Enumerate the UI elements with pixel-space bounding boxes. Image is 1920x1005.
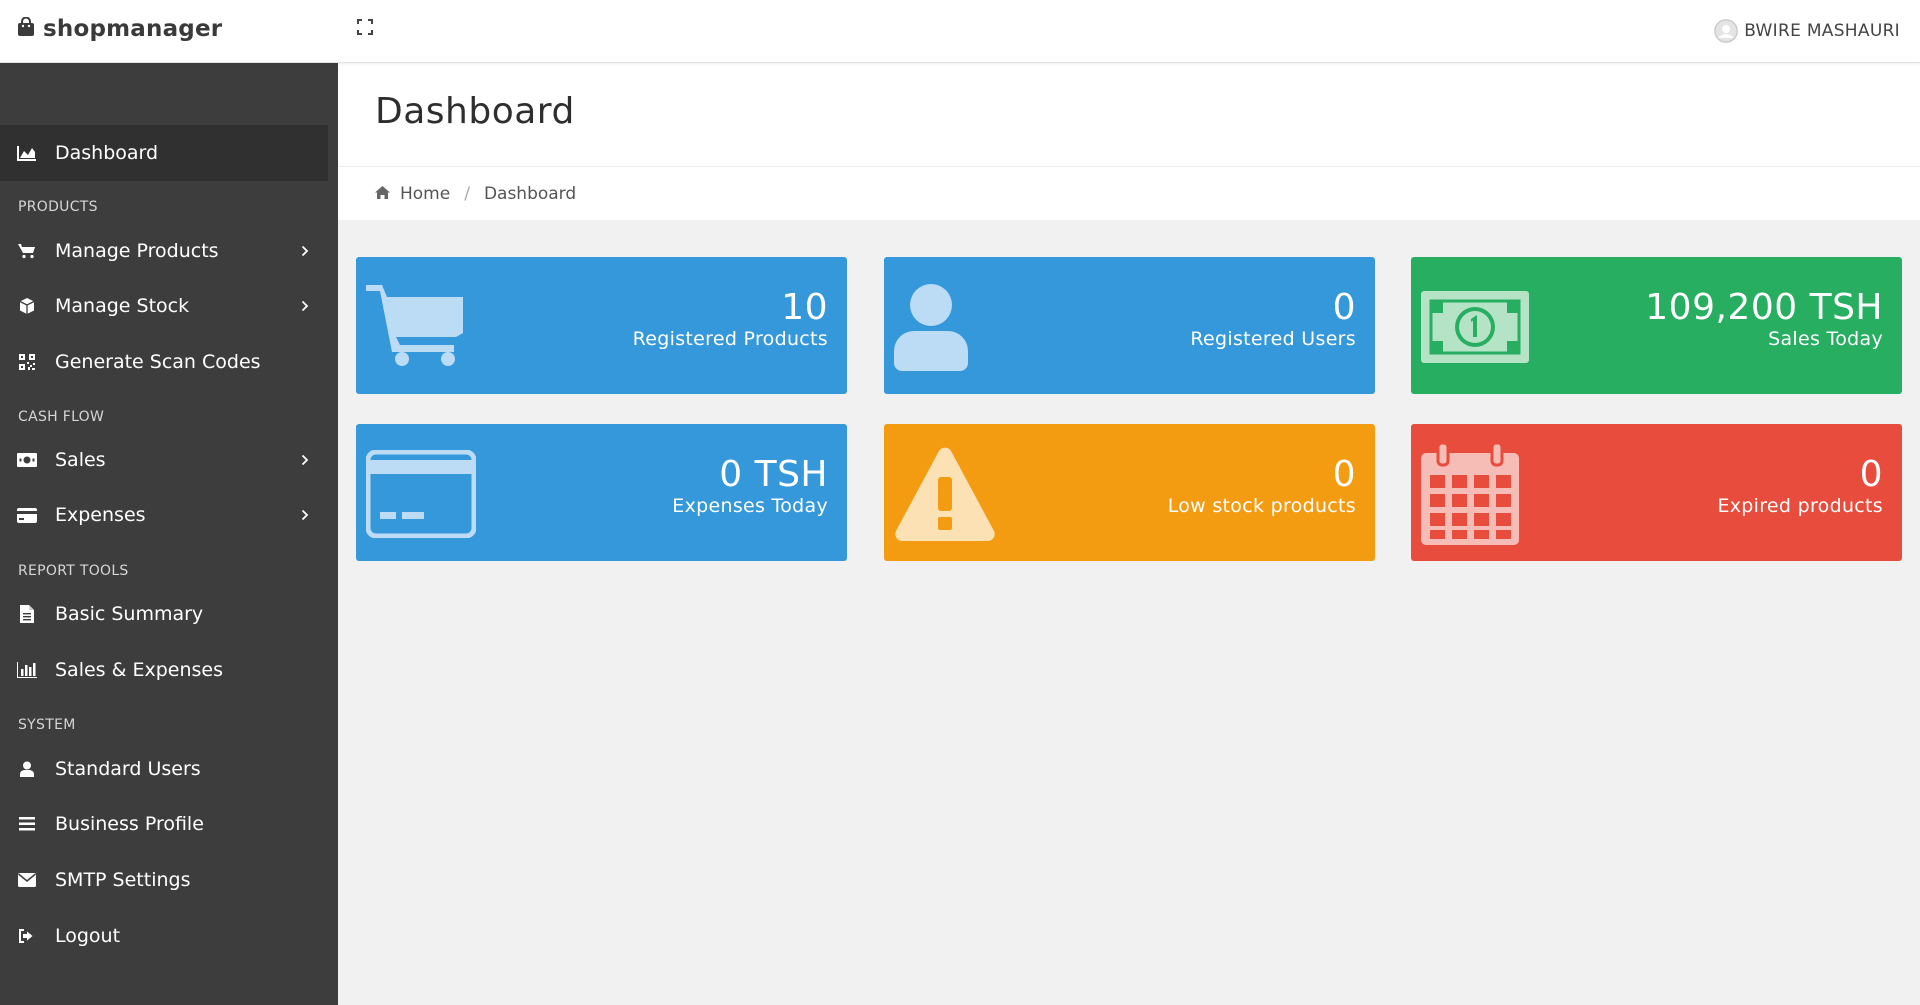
cube-icon xyxy=(17,296,37,316)
top-navbar: shopmanager BWIRE MASHAURI xyxy=(0,0,1920,63)
stat-value: 0 xyxy=(1332,454,1356,495)
stat-card-registered-products[interactable]: 10 Registered Products xyxy=(356,257,847,394)
section-title-products: PRODUCTS xyxy=(18,199,98,215)
stat-card-expenses-today[interactable]: 0 TSH Expenses Today xyxy=(356,424,847,561)
sidebar-item-standard-users[interactable]: Standard Users xyxy=(0,741,328,797)
sidebar-item-label: Business Profile xyxy=(55,813,204,835)
stat-label: Low stock products xyxy=(1167,495,1356,517)
qrcode-icon xyxy=(17,352,37,372)
home-icon xyxy=(375,184,390,203)
cart-icon xyxy=(366,271,481,383)
user-menu[interactable]: BWIRE MASHAURI xyxy=(1714,17,1900,45)
warning-icon xyxy=(894,438,1009,550)
stat-card-registered-users[interactable]: 0 Registered Users xyxy=(884,257,1375,394)
money-icon xyxy=(1421,271,1536,383)
credit-card-icon xyxy=(366,438,481,550)
sidebar-item-label: SMTP Settings xyxy=(55,869,191,891)
shopping-bag-icon xyxy=(17,16,35,41)
sidebar-item-manage-products[interactable]: Manage Products xyxy=(0,223,328,279)
brand[interactable]: shopmanager xyxy=(17,14,222,44)
area-chart-icon xyxy=(17,143,37,163)
user-icon xyxy=(17,759,37,779)
page-title: Dashboard xyxy=(375,91,575,132)
user-name: BWIRE MASHAURI xyxy=(1744,21,1900,41)
sidebar-item-logout[interactable]: Logout xyxy=(0,908,328,964)
stat-value: 0 TSH xyxy=(719,454,828,495)
stat-label: Expenses Today xyxy=(672,495,828,517)
bars-icon xyxy=(17,814,37,834)
sidebar-item-label: Basic Summary xyxy=(55,603,204,625)
stat-label: Registered Users xyxy=(1190,328,1356,350)
sidebar-item-label: Manage Products xyxy=(55,240,219,262)
sidebar-item-dashboard[interactable]: Dashboard xyxy=(0,125,328,181)
fullscreen-toggle-button[interactable] xyxy=(354,18,376,40)
chevron-right-icon xyxy=(298,299,312,313)
sidebar-item-label: Logout xyxy=(55,925,121,947)
sidebar-item-label: Generate Scan Codes xyxy=(55,351,261,373)
file-text-icon xyxy=(17,604,37,624)
sidebar-item-basic-summary[interactable]: Basic Summary xyxy=(0,586,328,642)
credit-card-icon xyxy=(17,505,37,525)
breadcrumb: Home / Dashboard xyxy=(338,167,1920,220)
stat-card-low-stock-products[interactable]: 0 Low stock products xyxy=(884,424,1375,561)
sidebar-item-sales-expenses[interactable]: Sales & Expenses xyxy=(0,642,328,698)
sidebar-item-label: Sales xyxy=(55,449,106,471)
sidebar-item-business-profile[interactable]: Business Profile xyxy=(0,796,328,852)
sidebar-item-manage-stock[interactable]: Manage Stock xyxy=(0,278,328,334)
sidebar-item-sales[interactable]: Sales xyxy=(0,432,328,488)
stat-value: 109,200 TSH xyxy=(1645,287,1883,328)
stat-label: Expired products xyxy=(1717,495,1883,517)
chevron-right-icon xyxy=(298,244,312,258)
sidebar-item-label: Standard Users xyxy=(55,758,201,780)
bar-chart-icon xyxy=(17,660,37,680)
sidebar-item-generate-scan-codes[interactable]: Generate Scan Codes xyxy=(0,334,328,390)
brand-name: shopmanager xyxy=(43,16,223,42)
cart-icon xyxy=(17,241,37,261)
sidebar-item-label: Sales & Expenses xyxy=(55,659,223,681)
sidebar-item-smtp-settings[interactable]: SMTP Settings xyxy=(0,852,328,908)
sidebar-item-expenses[interactable]: Expenses xyxy=(0,487,328,543)
sign-out-icon xyxy=(17,926,37,946)
avatar xyxy=(1714,19,1739,43)
sidebar-item-label: Expenses xyxy=(55,504,146,526)
sidebar-item-label: Manage Stock xyxy=(55,295,190,317)
stat-label: Registered Products xyxy=(632,328,828,350)
calendar-icon xyxy=(1421,438,1536,550)
breadcrumb-home-link[interactable]: Home xyxy=(400,184,450,204)
section-title-cash-flow: CASH FLOW xyxy=(18,409,105,425)
stat-value: 0 xyxy=(1332,287,1356,328)
stat-label: Sales Today xyxy=(1768,328,1883,350)
section-title-report-tools: REPORT TOOLS xyxy=(18,563,129,579)
sidebar-item-label: Dashboard xyxy=(55,142,159,164)
sidebar: Dashboard PRODUCTS Manage Products Manag… xyxy=(0,63,338,1005)
envelope-icon xyxy=(17,870,37,890)
money-icon xyxy=(17,450,37,470)
content-header: Dashboard xyxy=(338,63,1920,167)
chevron-right-icon xyxy=(298,453,312,467)
stat-card-expired-products[interactable]: 0 Expired products xyxy=(1411,424,1902,561)
user-icon xyxy=(894,271,1009,383)
stat-value: 10 xyxy=(781,287,828,328)
expand-icon xyxy=(357,19,373,39)
breadcrumb-separator: / xyxy=(464,183,470,204)
stat-card-sales-today[interactable]: 109,200 TSH Sales Today xyxy=(1411,257,1902,394)
section-title-system: SYSTEM xyxy=(18,717,76,733)
chevron-right-icon xyxy=(298,508,312,522)
breadcrumb-current: Dashboard xyxy=(483,183,577,204)
stat-value: 0 xyxy=(1859,454,1883,495)
